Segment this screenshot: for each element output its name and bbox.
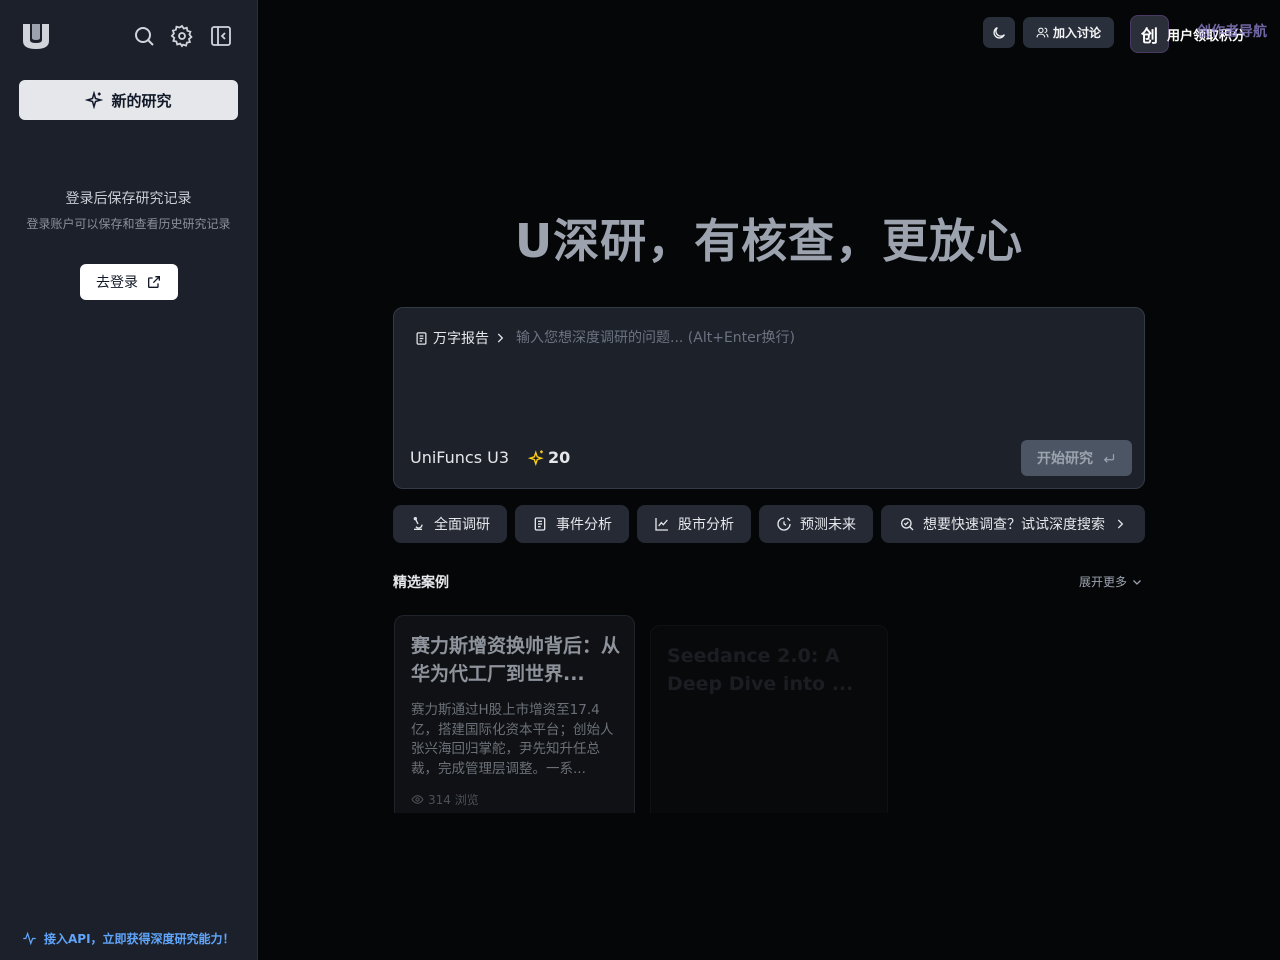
sparkle-icon xyxy=(528,450,544,466)
chip-comprehensive-research[interactable]: 全面调研 xyxy=(393,505,507,543)
join-discussion-button[interactable]: 加入讨论 xyxy=(1023,17,1114,48)
chevron-down-icon xyxy=(1133,579,1141,585)
promo-tag: 创作者导航 xyxy=(1197,24,1267,40)
sidebar: 新的研究 登录后保存研究记录 登录账户可以保存和查看历史研究记录 去登录 接入A… xyxy=(0,0,258,960)
document-icon xyxy=(416,331,427,345)
case-title: 赛力斯增资换帅背后：从华为代工厂到世界... xyxy=(411,635,621,685)
case-description: 赛力斯通过H股上市增资至17.4亿，搭建国际化资本平台；创始人张兴海回归掌舵，尹… xyxy=(411,702,614,777)
case-views: 314 浏览 xyxy=(411,791,479,808)
api-link[interactable]: 接入API，立即获得深度研究能力！ xyxy=(22,930,235,947)
save-records-subtitle: 登录账户可以保存和查看历史研究记录 xyxy=(26,217,231,231)
case-card[interactable]: Seedance 2.0: A Deep Dive into ... xyxy=(650,625,888,813)
login-button[interactable]: 去登录 xyxy=(80,264,178,300)
save-records-title: 登录后保存研究记录 xyxy=(65,191,192,207)
case-views-label: 314 浏览 xyxy=(428,793,479,807)
document-icon xyxy=(534,517,546,531)
login-label: 去登录 xyxy=(96,275,138,291)
credits-indicator: 20 xyxy=(528,448,570,467)
logo[interactable] xyxy=(21,22,51,50)
chip-deep-search[interactable]: 想要快速调查？试试深度搜索 xyxy=(881,505,1145,543)
hero-title: U深研，有核查，更放心 xyxy=(514,214,1024,268)
chip-label: 全面调研 xyxy=(434,517,490,533)
theme-toggle-button[interactable] xyxy=(983,17,1015,48)
chip-event-analysis[interactable]: 事件分析 xyxy=(515,505,629,543)
chip-label: 预测未来 xyxy=(800,517,856,533)
moon-icon xyxy=(993,26,1005,39)
model-selector[interactable]: UniFuncs U3 xyxy=(410,448,509,467)
report-mode-label: 万字报告 xyxy=(433,331,489,347)
chevron-right-icon xyxy=(497,333,504,343)
chip-label: 股市分析 xyxy=(678,517,734,533)
chip-stock-analysis[interactable]: 股市分析 xyxy=(637,505,751,543)
users-icon xyxy=(1036,27,1049,38)
query-input[interactable] xyxy=(516,326,1116,350)
enter-icon xyxy=(1103,453,1115,463)
sparkle-icon xyxy=(85,91,104,109)
credits-value: 20 xyxy=(548,448,571,467)
chip-label: 事件分析 xyxy=(556,517,612,533)
expand-more-label: 展开更多 xyxy=(1079,575,1128,589)
search-icon[interactable] xyxy=(132,24,156,48)
new-research-label: 新的研究 xyxy=(111,91,172,110)
predict-icon xyxy=(777,517,791,531)
eye-icon xyxy=(411,795,424,804)
chevron-right-icon xyxy=(1117,519,1124,529)
research-composer: 万字报告 UniFuncs U3 20 开始研究 xyxy=(393,307,1145,489)
research-icon xyxy=(413,517,423,530)
start-research-button[interactable]: 开始研究 xyxy=(1021,440,1132,476)
creator-icon: 创 xyxy=(1130,15,1169,53)
featured-title: 精选案例 xyxy=(393,575,449,591)
api-link-label: 接入API，立即获得深度研究能力！ xyxy=(44,932,235,946)
promo-banner[interactable]: 创 用户领取积分 创作者导航 xyxy=(1130,15,1270,53)
activity-icon xyxy=(23,931,36,946)
case-title: Seedance 2.0: A Deep Dive into ... xyxy=(667,645,854,695)
chip-label: 想要快速调查？试试深度搜索 xyxy=(923,517,1105,533)
join-discussion-label: 加入讨论 xyxy=(1052,26,1101,40)
external-link-icon xyxy=(148,276,160,288)
new-research-button[interactable]: 新的研究 xyxy=(19,80,238,120)
chip-predict-future[interactable]: 预测未来 xyxy=(759,505,873,543)
chart-line-icon xyxy=(655,518,668,531)
expand-more-button[interactable]: 展开更多 xyxy=(1079,573,1143,590)
collapse-sidebar-icon[interactable] xyxy=(209,24,233,48)
case-card[interactable]: 赛力斯增资换帅背后：从华为代工厂到世界... 赛力斯通过H股上市增资至17.4亿… xyxy=(394,615,635,813)
report-mode-select[interactable]: 万字报告 xyxy=(414,328,507,348)
start-research-label: 开始研究 xyxy=(1037,451,1093,467)
search-icon xyxy=(901,518,914,531)
gear-icon[interactable] xyxy=(170,24,194,48)
